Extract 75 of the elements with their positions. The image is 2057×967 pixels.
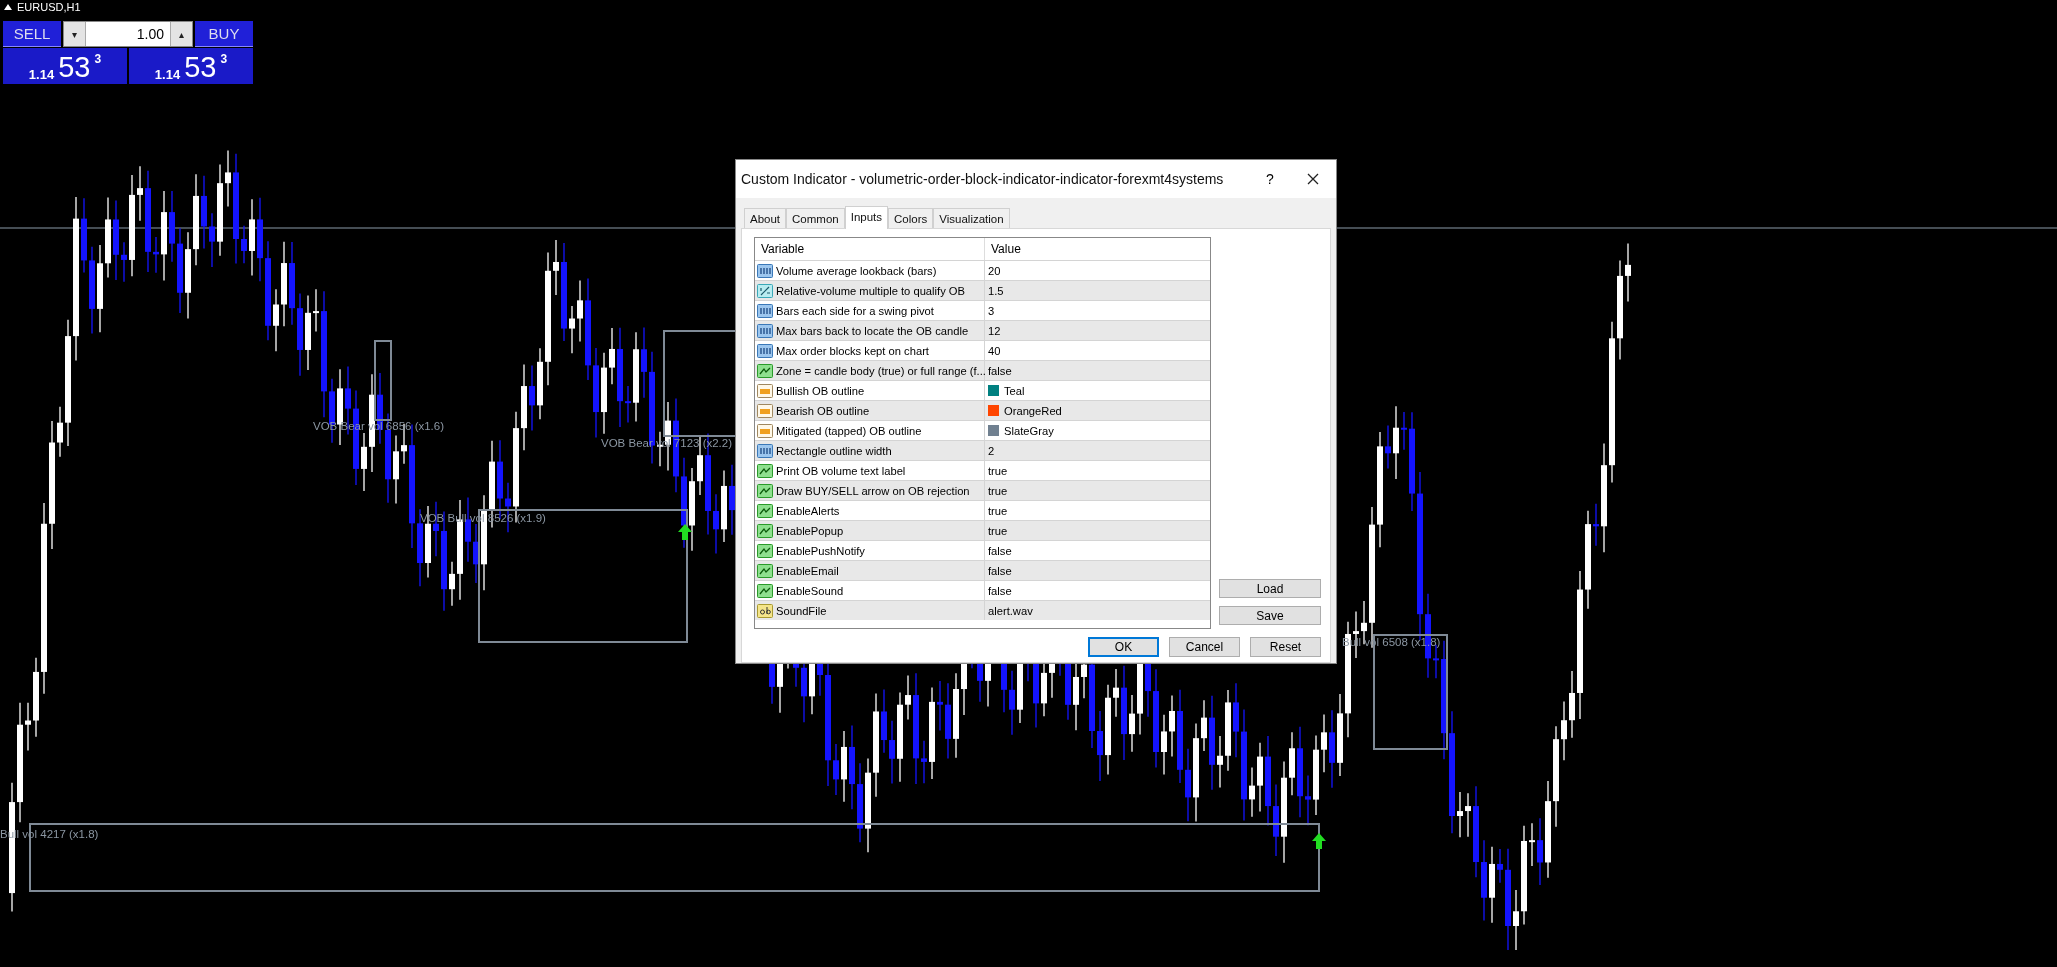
tab[interactable]: Common xyxy=(786,208,845,229)
variable-name: Zone = candle body (true) or full range (f... xyxy=(776,364,986,377)
variable-name: Volume average lookback (bars) xyxy=(776,264,937,277)
close-icon[interactable] xyxy=(1307,173,1319,185)
integer-type-icon xyxy=(757,442,773,459)
tab[interactable]: Colors xyxy=(888,208,934,229)
side-button[interactable]: Load xyxy=(1219,579,1321,598)
sell-button[interactable]: SELL xyxy=(3,21,61,47)
variable-value[interactable]: false xyxy=(988,584,1012,597)
text-type-icon xyxy=(757,602,773,619)
up-arrow-icon xyxy=(1312,833,1326,849)
variable-name: Max order blocks kept on chart xyxy=(776,344,929,357)
up-arrow-icon xyxy=(678,524,692,540)
variable-name: Draw BUY/SELL arrow on OB rejection xyxy=(776,484,970,497)
variable-name: Rectangle outline width xyxy=(776,444,892,457)
column-header: Value xyxy=(990,242,1022,256)
variable-value[interactable]: 1.5 xyxy=(988,284,1004,297)
variable-value[interactable]: 20 xyxy=(988,264,1001,277)
variable-name: Relative-volume multiple to qualify OB xyxy=(776,284,966,297)
variable-name: Bars each side for a swing pivot xyxy=(776,304,934,317)
variable-name: SoundFile xyxy=(776,604,827,617)
dialog-button[interactable]: OK xyxy=(1088,637,1159,657)
integer-type-icon xyxy=(757,322,773,339)
variable-value[interactable]: true xyxy=(988,504,1008,517)
integer-type-icon xyxy=(757,262,773,279)
boolean-type-icon xyxy=(757,362,773,379)
variable-value[interactable]: OrangeRed xyxy=(1004,404,1062,417)
boolean-type-icon xyxy=(757,542,773,559)
tab[interactable]: About xyxy=(744,208,787,229)
variable-value[interactable]: alert.wav xyxy=(988,604,1033,617)
dialog-button[interactable]: Reset xyxy=(1250,637,1321,657)
side-button[interactable]: Save xyxy=(1219,606,1321,625)
boolean-type-icon xyxy=(757,522,773,539)
dialog-title: Custom Indicator - volumetric-order-block-indicator-indicator-forexmt4systems xyxy=(741,171,1225,187)
variable-name: Bullish OB outline xyxy=(776,384,865,397)
variable-value[interactable]: true xyxy=(988,484,1008,497)
column-header: Variable xyxy=(755,238,985,260)
boolean-type-icon xyxy=(757,482,773,499)
dialog-button[interactable]: Cancel xyxy=(1169,637,1240,657)
fraction-type-icon xyxy=(757,282,773,299)
variable-value[interactable]: false xyxy=(988,544,1012,557)
chart-symbol-title: EURUSD,H1 xyxy=(17,1,81,13)
variable-name: EnablePushNotify xyxy=(776,544,865,557)
triangle-icon[interactable] xyxy=(4,4,12,10)
buy-button[interactable]: BUY xyxy=(195,21,253,47)
color-type-icon xyxy=(757,422,773,439)
variable-name: EnableSound xyxy=(776,584,844,597)
integer-type-icon xyxy=(757,342,773,359)
tab[interactable]: Visualization xyxy=(933,208,1010,229)
help-button[interactable]: ? xyxy=(1250,171,1290,187)
variable-value[interactable]: false xyxy=(988,364,1012,377)
variable-name: EnableEmail xyxy=(776,564,839,577)
variable-value[interactable]: false xyxy=(988,564,1012,577)
color-type-icon xyxy=(757,382,773,399)
variable-value[interactable]: true xyxy=(988,464,1008,477)
variable-value[interactable]: 12 xyxy=(988,324,1001,337)
variable-name: Mitigated (tapped) OB outline xyxy=(776,424,922,437)
variable-value[interactable]: SlateGray xyxy=(1004,424,1054,437)
variable-value[interactable]: true xyxy=(988,524,1008,537)
variable-name: EnablePopup xyxy=(776,524,844,537)
integer-type-icon xyxy=(757,302,773,319)
variable-name: EnableAlerts xyxy=(776,504,840,517)
variable-value[interactable]: 2 xyxy=(988,444,995,457)
boolean-type-icon xyxy=(757,502,773,519)
variable-name: Bearish OB outline xyxy=(776,404,870,417)
variable-name: Max bars back to locate the OB candle xyxy=(776,324,969,337)
boolean-type-icon xyxy=(757,562,773,579)
tab[interactable]: Inputs xyxy=(844,206,889,229)
boolean-type-icon xyxy=(757,582,773,599)
boolean-type-icon xyxy=(757,462,773,479)
variable-value[interactable]: 40 xyxy=(988,344,1001,357)
variable-name: Print OB volume text label xyxy=(776,464,906,477)
variable-value[interactable]: 3 xyxy=(988,304,995,317)
color-type-icon xyxy=(757,402,773,419)
variable-value[interactable]: Teal xyxy=(1004,384,1025,397)
